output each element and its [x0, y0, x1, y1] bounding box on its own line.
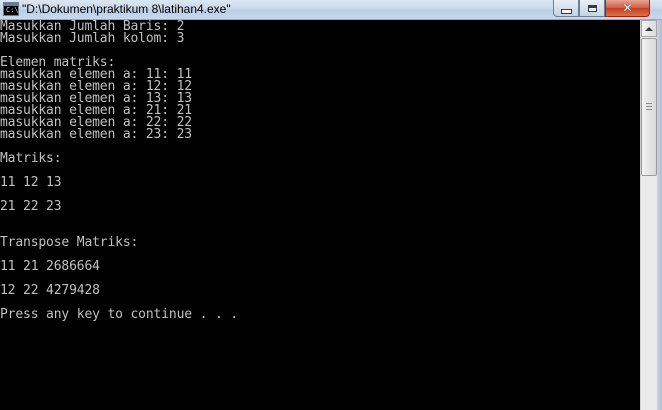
console-line: masukkan elemen a: 23: 23 [0, 127, 192, 142]
thumb-grip [646, 109, 652, 110]
console-line: Transpose Matriks: [0, 235, 139, 250]
thumb-grip [646, 106, 652, 107]
console-app-icon[interactable]: C:\ [3, 2, 19, 16]
console-line: Press any key to continue . . . [0, 307, 238, 322]
console-line: Matriks: [0, 151, 62, 166]
console-line: 12 22 4279428 [0, 283, 100, 298]
console-line: 11 21 2686664 [0, 259, 100, 274]
title-bar[interactable]: C:\ "D:\Dokumen\praktikum 8\latihan4.exe… [0, 0, 662, 20]
window-title: "D:\Dokumen\praktikum 8\latihan4.exe" [22, 2, 231, 16]
scroll-up-button[interactable] [641, 20, 657, 37]
scroll-up-arrow-icon [645, 26, 653, 31]
window-frame-right [657, 20, 662, 410]
console-output[interactable]: Masukkan Jumlah Baris: 2 Masukkan Jumlah… [0, 20, 640, 410]
console-line: 21 22 23 [0, 199, 62, 214]
vertical-scrollbar[interactable] [640, 20, 657, 410]
scrollbar-thumb[interactable] [641, 38, 657, 176]
thumb-grip [646, 103, 652, 104]
maximize-icon [587, 4, 597, 12]
minimize-icon [560, 8, 572, 14]
console-glyph: C:\ [6, 6, 19, 14]
minimize-button[interactable] [553, 0, 579, 17]
console-line: 11 12 13 [0, 175, 62, 190]
console-line: Masukkan Jumlah kolom: 3 [0, 31, 185, 46]
maximize-button[interactable] [579, 0, 605, 17]
close-button[interactable]: ✕ [605, 0, 650, 17]
close-icon: ✕ [622, 1, 633, 15]
